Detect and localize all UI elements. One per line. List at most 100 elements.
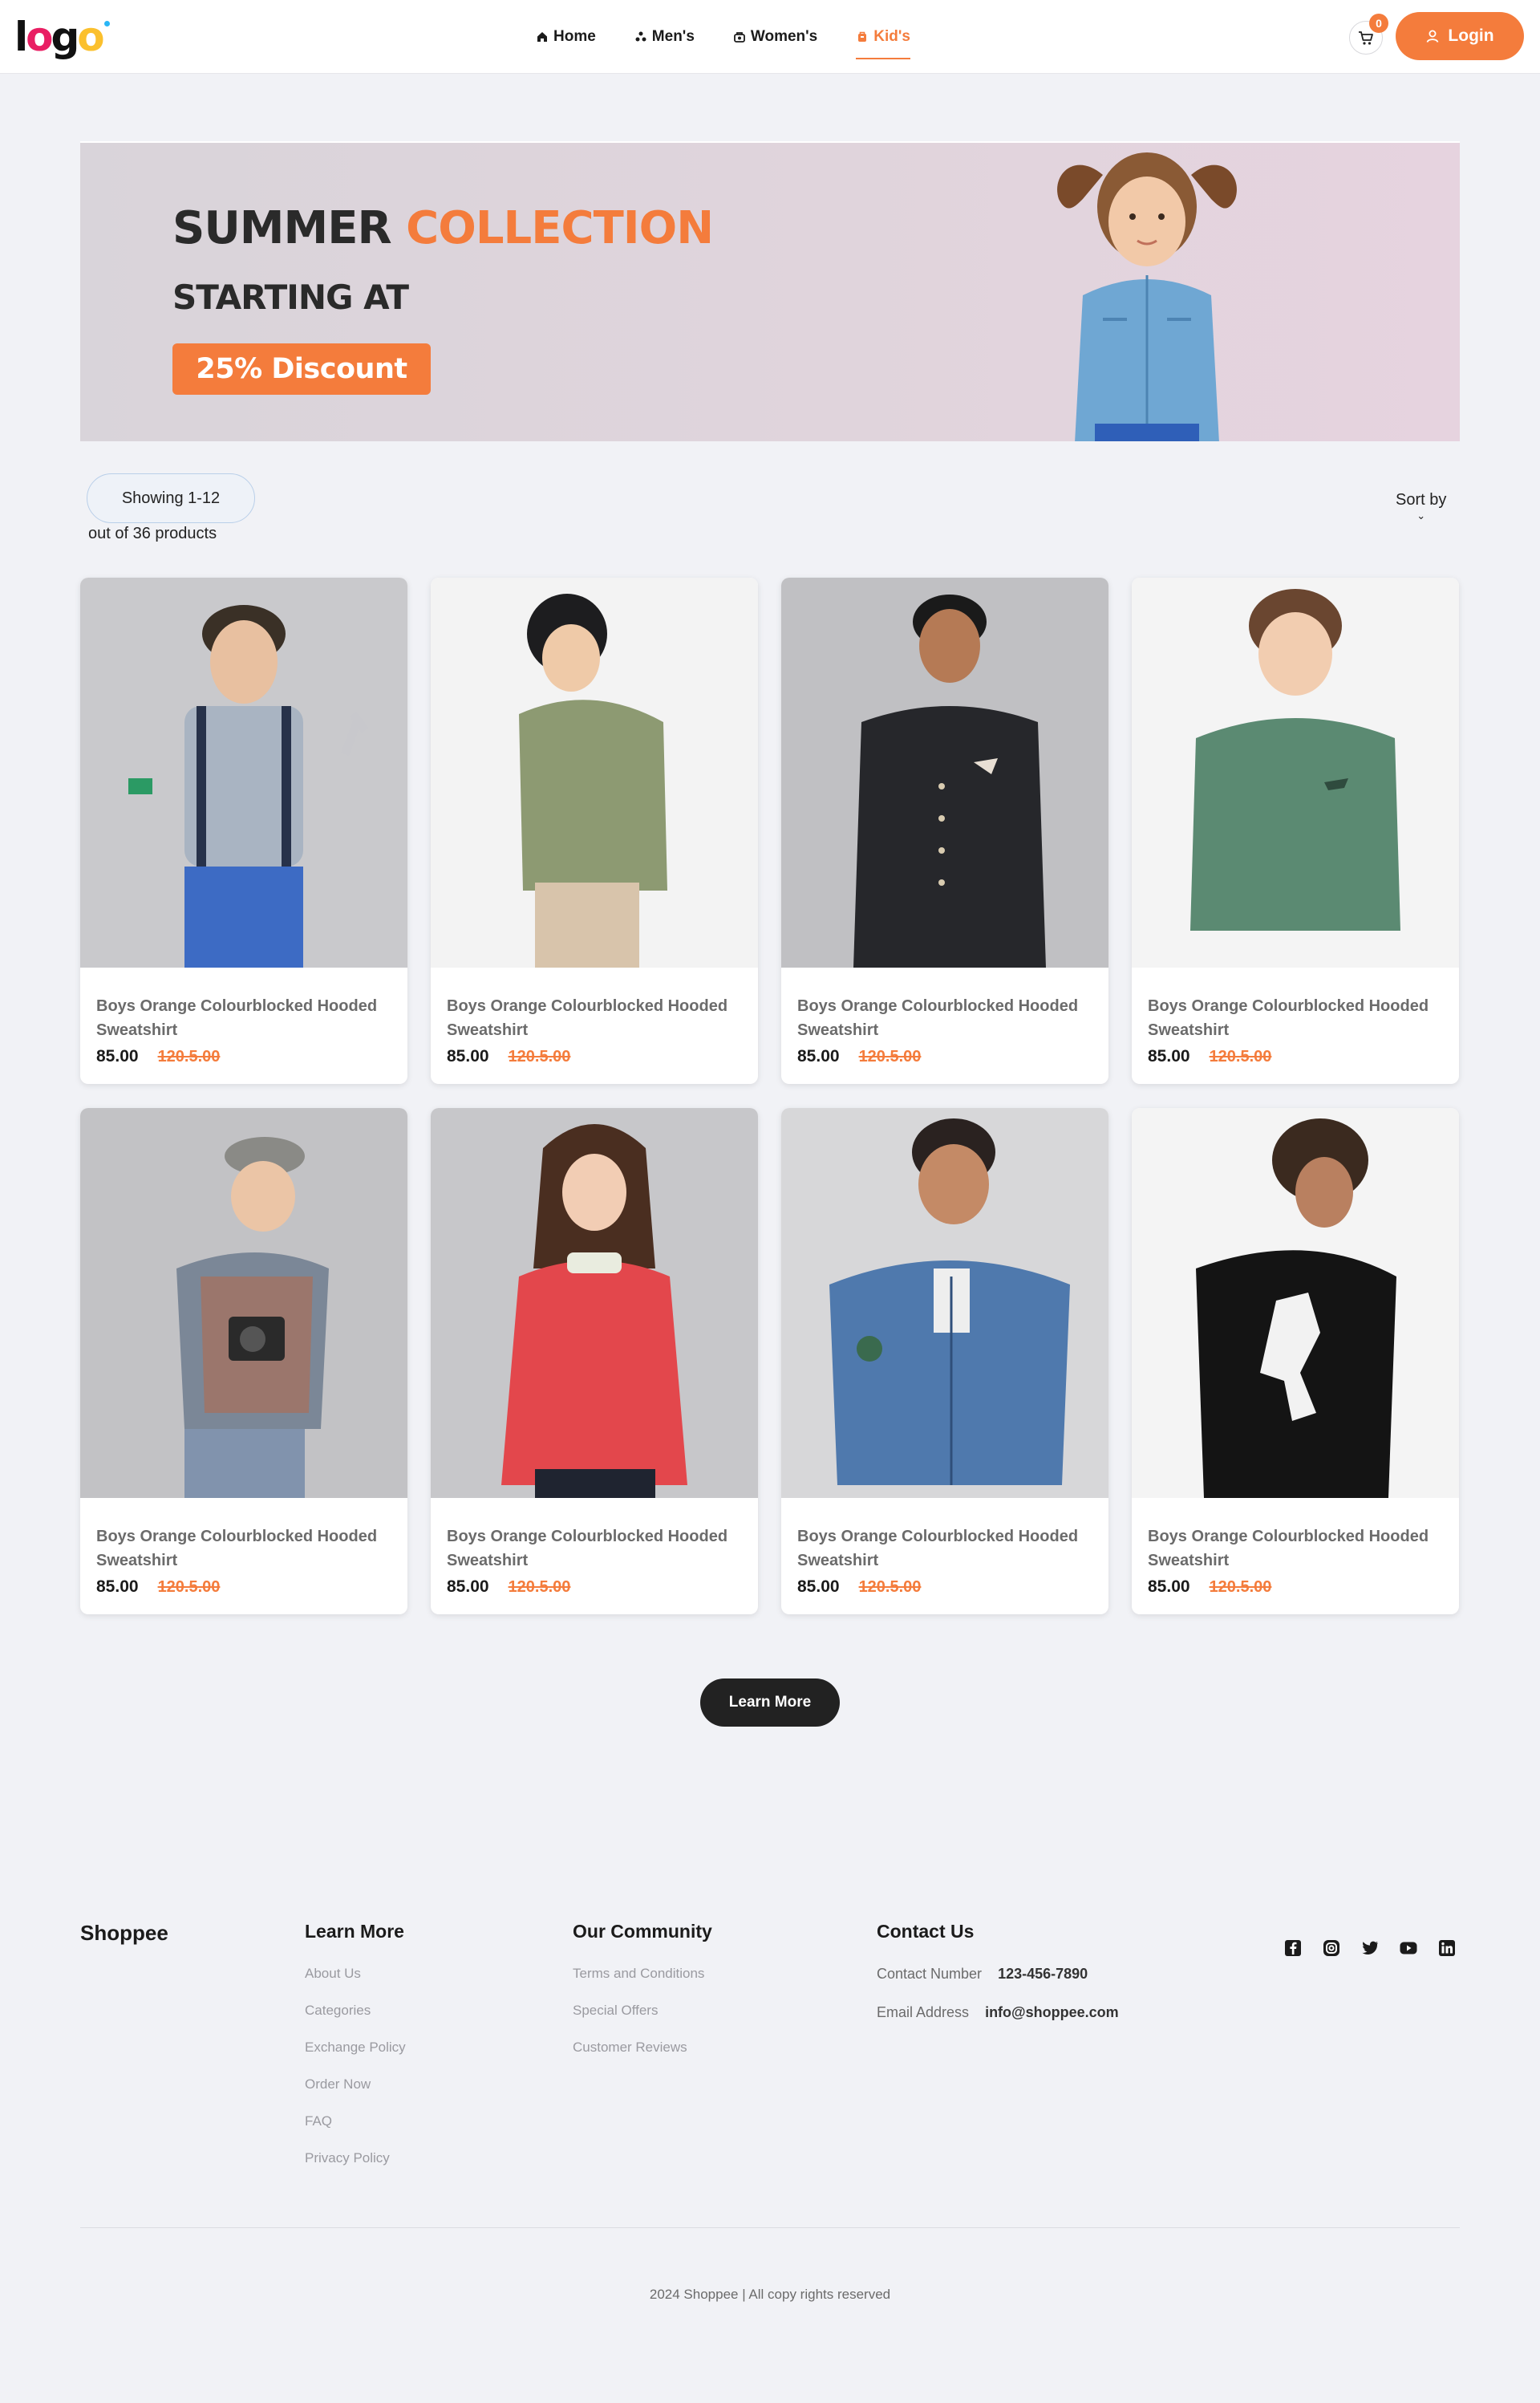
home-icon xyxy=(537,32,547,42)
product-card[interactable]: Boys Orange Colourblocked Hooded Sweatsh… xyxy=(80,1108,407,1614)
learn-more-button[interactable]: Learn More xyxy=(700,1678,840,1727)
footer-link-faq[interactable]: FAQ xyxy=(305,2113,406,2149)
footer-email-label: Email Address xyxy=(877,2004,970,2020)
cart-icon xyxy=(1359,31,1373,45)
product-image xyxy=(781,578,1108,968)
twitter-icon[interactable] xyxy=(1360,1938,1380,1958)
price-row: 85.00 120.5.00 xyxy=(96,1577,391,1597)
product-card[interactable]: Boys Orange Colourblocked Hooded Sweatsh… xyxy=(781,578,1108,1084)
footer-brand: Shoppee xyxy=(80,1921,168,1945)
product-image xyxy=(80,1108,407,1498)
product-image xyxy=(781,1108,1108,1498)
footer-link-order[interactable]: Order Now xyxy=(305,2076,406,2113)
footer-email-value[interactable]: info@shoppee.com xyxy=(985,2003,1119,2021)
product-price: 85.00 xyxy=(447,1577,489,1596)
footer-link-about[interactable]: About Us xyxy=(305,1965,406,2002)
product-price: 85.00 xyxy=(447,1047,489,1066)
product-info: Boys Orange Colourblocked Hooded Sweatsh… xyxy=(1132,972,1459,1066)
product-old-price: 120.5.00 xyxy=(858,1048,922,1066)
price-row: 85.00 120.5.00 xyxy=(447,1047,742,1066)
footer-phone-label: Contact Number xyxy=(877,1966,983,1982)
copyright-text: 2024 Shoppee | All copy rights reserved xyxy=(649,2287,891,2302)
product-info: Boys Orange Colourblocked Hooded Sweatsh… xyxy=(80,972,407,1066)
footer-link-categories[interactable]: Categories xyxy=(305,2002,406,2039)
footer-phone-value[interactable]: 123-456-7890 xyxy=(998,1965,1088,1983)
nav-kids[interactable]: Kid's xyxy=(856,22,910,59)
product-title: Boys Orange Colourblocked Hooded Sweatsh… xyxy=(96,1528,378,1569)
product-count-text: out of 36 products xyxy=(88,525,217,542)
nav-home-label: Home xyxy=(553,28,596,45)
women-icon xyxy=(733,32,745,43)
price-row: 85.00 120.5.00 xyxy=(1148,1577,1443,1597)
product-old-price: 120.5.00 xyxy=(157,1048,221,1066)
cart-count-badge: 0 xyxy=(1369,14,1388,33)
footer-link-offers[interactable]: Special Offers xyxy=(573,2002,712,2039)
sort-label: Sort by xyxy=(1396,491,1447,509)
banner-headline: SUMMER COLLECTION xyxy=(172,202,714,254)
product-card[interactable]: Boys Orange Colourblocked Hooded Sweatsh… xyxy=(1132,1108,1459,1614)
instagram-icon[interactable] xyxy=(1322,1938,1341,1958)
footer-link-terms[interactable]: Terms and Conditions xyxy=(573,1965,712,2002)
nav-mens[interactable]: Men's xyxy=(634,22,695,51)
chevron-down-icon: ⌄ xyxy=(1416,509,1426,522)
footer-link-exchange[interactable]: Exchange Policy xyxy=(305,2039,406,2076)
product-image xyxy=(431,1108,758,1498)
banner-headline-a: SUMMER xyxy=(172,202,392,254)
main-nav: Home Men's Women's Kid's xyxy=(536,22,910,59)
product-card[interactable]: Boys Orange Colourblocked Hooded Sweatsh… xyxy=(1132,578,1459,1084)
logo[interactable]: logo xyxy=(14,16,110,58)
footer-contact: Contact Us Contact Number 123-456-7890 E… xyxy=(877,1921,1119,2042)
footer-phone: Contact Number 123-456-7890 xyxy=(877,1965,1119,1983)
product-price: 85.00 xyxy=(96,1577,139,1596)
promo-banner[interactable]: SUMMER COLLECTION STARTING AT 25% Discou… xyxy=(80,141,1460,441)
product-info: Boys Orange Colourblocked Hooded Sweatsh… xyxy=(781,1502,1108,1597)
men-icon xyxy=(635,31,646,42)
banner-headline-b: COLLECTION xyxy=(406,202,714,254)
youtube-icon[interactable] xyxy=(1399,1938,1418,1958)
linkedin-icon[interactable] xyxy=(1437,1938,1457,1958)
product-card[interactable]: Boys Orange Colourblocked Hooded Sweatsh… xyxy=(431,578,758,1084)
nav-womens[interactable]: Women's xyxy=(733,22,817,51)
product-card[interactable]: Boys Orange Colourblocked Hooded Sweatsh… xyxy=(781,1108,1108,1614)
login-button[interactable]: Login xyxy=(1396,12,1524,60)
product-old-price: 120.5.00 xyxy=(157,1578,221,1596)
price-row: 85.00 120.5.00 xyxy=(1148,1047,1443,1066)
sort-dropdown[interactable]: Sort by ⌄ xyxy=(1396,491,1446,521)
footer-link-privacy[interactable]: Privacy Policy xyxy=(305,2149,406,2186)
product-image xyxy=(1132,578,1459,968)
product-info: Boys Orange Colourblocked Hooded Sweatsh… xyxy=(431,972,758,1066)
product-price: 85.00 xyxy=(1148,1577,1190,1596)
price-row: 85.00 120.5.00 xyxy=(797,1047,1092,1066)
price-row: 85.00 120.5.00 xyxy=(797,1577,1092,1597)
product-price: 85.00 xyxy=(797,1047,840,1066)
product-info: Boys Orange Colourblocked Hooded Sweatsh… xyxy=(1132,1502,1459,1597)
site-header: logo Home Men's Women's Kid's 0 Login xyxy=(0,0,1540,74)
product-old-price: 120.5.00 xyxy=(508,1578,571,1596)
login-label: Login xyxy=(1448,26,1494,45)
product-grid: Boys Orange Colourblocked Hooded Sweatsh… xyxy=(80,578,1460,1614)
product-title: Boys Orange Colourblocked Hooded Sweatsh… xyxy=(447,1528,728,1569)
nav-home[interactable]: Home xyxy=(536,22,596,51)
footer-link-reviews[interactable]: Customer Reviews xyxy=(573,2039,712,2076)
product-title: Boys Orange Colourblocked Hooded Sweatsh… xyxy=(1148,997,1429,1039)
kids-icon xyxy=(858,31,867,42)
footer-divider xyxy=(80,2227,1460,2228)
facebook-icon[interactable] xyxy=(1283,1938,1303,1958)
product-card[interactable]: Boys Orange Colourblocked Hooded Sweatsh… xyxy=(80,578,407,1084)
product-card[interactable]: Boys Orange Colourblocked Hooded Sweatsh… xyxy=(431,1108,758,1614)
product-image xyxy=(1132,1108,1459,1498)
product-old-price: 120.5.00 xyxy=(858,1578,922,1596)
price-row: 85.00 120.5.00 xyxy=(447,1577,742,1597)
cart-button[interactable]: 0 xyxy=(1349,14,1388,55)
banner-discount-badge[interactable]: 25% Discount xyxy=(172,343,431,395)
user-icon xyxy=(1427,30,1439,43)
product-title: Boys Orange Colourblocked Hooded Sweatsh… xyxy=(797,1528,1079,1569)
footer-community: Our Community Terms and Conditions Speci… xyxy=(573,1921,712,2076)
banner-child-photo xyxy=(1057,152,1237,441)
nav-womens-label: Women's xyxy=(750,28,818,45)
product-info: Boys Orange Colourblocked Hooded Sweatsh… xyxy=(781,972,1108,1066)
footer-learn-more-heading: Learn More xyxy=(305,1921,404,1942)
product-image xyxy=(80,578,407,968)
product-title: Boys Orange Colourblocked Hooded Sweatsh… xyxy=(1148,1528,1429,1569)
social-links xyxy=(1283,1938,1457,1958)
